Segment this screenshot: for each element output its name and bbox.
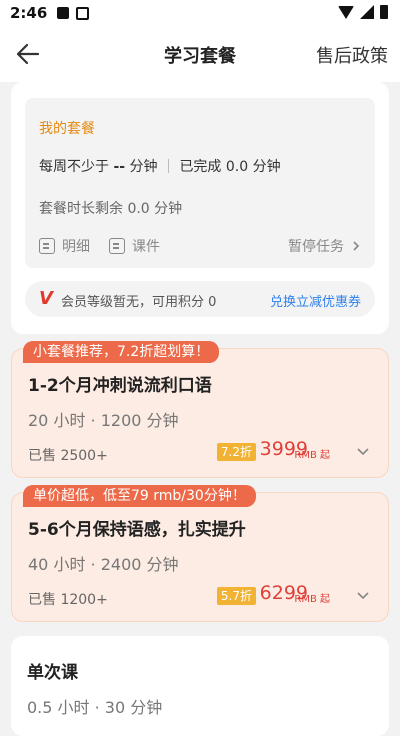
chevron-down-icon[interactable] [356, 445, 370, 459]
app-header: 学习套餐 售后政策 [0, 26, 400, 82]
status-right-icons [338, 5, 388, 19]
package-badge: 单价超低，低至79 rmb/30分钟！ [23, 485, 256, 507]
pause-label: 暂停任务 [288, 239, 344, 255]
battery-icon [380, 5, 388, 19]
package-hours: 40 小时 · 2400 分钟 [28, 555, 179, 574]
my-package-summary: 我的套餐 每周不少于 -- 分钟 已完成 0.0 分钟 套餐时长剩余 0.0 分… [25, 98, 375, 268]
package-name: 5-6个月保持语感，扎实提升 [28, 520, 246, 540]
remaining-text: 套餐时长剩余 0.0 分钟 [39, 201, 183, 217]
chevron-right-icon [353, 241, 360, 251]
divider [167, 159, 169, 173]
package-badge: 小套餐推荐，7.2折超划算！ [23, 341, 220, 363]
courseware-icon [109, 238, 125, 254]
package-hours: 20 小时 · 1200 分钟 [28, 411, 179, 430]
discount-badge: 7.2折 [216, 443, 256, 461]
detail-label: 明细 [62, 239, 90, 255]
courseware-label: 课件 [132, 239, 160, 255]
package-card[interactable]: 单价超低，低至79 rmb/30分钟！ 5-6个月保持语感，扎实提升 40 小时… [11, 485, 389, 622]
member-row: V 会员等级暂无，可用积分 0 兑换立减优惠券 [25, 281, 375, 317]
photo-icon [76, 6, 90, 20]
weekly-value: -- [113, 159, 126, 175]
package-name: 1-2个月冲刺说流利口语 [28, 376, 212, 396]
courseware-button[interactable]: 课件 [109, 236, 160, 256]
detail-icon [39, 238, 55, 254]
wifi-icon [338, 5, 354, 19]
detail-button[interactable]: 明细 [39, 236, 90, 256]
single-lesson-title: 单次课 [27, 663, 78, 683]
vip-icon: V [39, 288, 53, 309]
discount-badge: 5.7折 [216, 587, 256, 605]
member-text: 会员等级暂无，可用积分 0 [61, 295, 217, 310]
my-package-title: 我的套餐 [39, 121, 95, 137]
after-sales-policy-link[interactable]: 售后政策 [316, 42, 388, 68]
package-sold: 已售 2500+ [28, 448, 108, 464]
weekly-prefix: 每周不少于 [39, 159, 109, 175]
price-unit: RMB 起 [294, 594, 330, 605]
pause-task-button[interactable]: 暂停任务 [288, 236, 361, 256]
weekly-unit: 分钟 [129, 159, 158, 175]
status-time: 2:46 [10, 4, 48, 22]
price-unit: RMB 起 [294, 450, 330, 461]
weekly-progress: 每周不少于 -- 分钟 已完成 0.0 分钟 [39, 156, 281, 176]
redeem-coupon-link[interactable]: 兑换立减优惠券 [270, 291, 361, 310]
chevron-down-icon[interactable] [356, 589, 370, 603]
package-card[interactable]: 小套餐推荐，7.2折超划算！ 1-2个月冲刺说流利口语 20 小时 · 1200… [11, 341, 389, 478]
package-actions: 明细 课件 暂停任务 [39, 236, 361, 258]
my-package-card: 我的套餐 每周不少于 -- 分钟 已完成 0.0 分钟 套餐时长剩余 0.0 分… [11, 82, 389, 334]
notification-square-icon [57, 7, 70, 19]
signal-icon [360, 5, 374, 19]
single-lesson-card[interactable]: 单次课 0.5 小时 · 30 分钟 [11, 636, 389, 736]
status-bar: 2:46 [0, 0, 400, 26]
single-lesson-hours: 0.5 小时 · 30 分钟 [27, 698, 163, 717]
completed-text: 已完成 0.0 分钟 [179, 159, 281, 175]
package-sold: 已售 1200+ [28, 592, 108, 608]
